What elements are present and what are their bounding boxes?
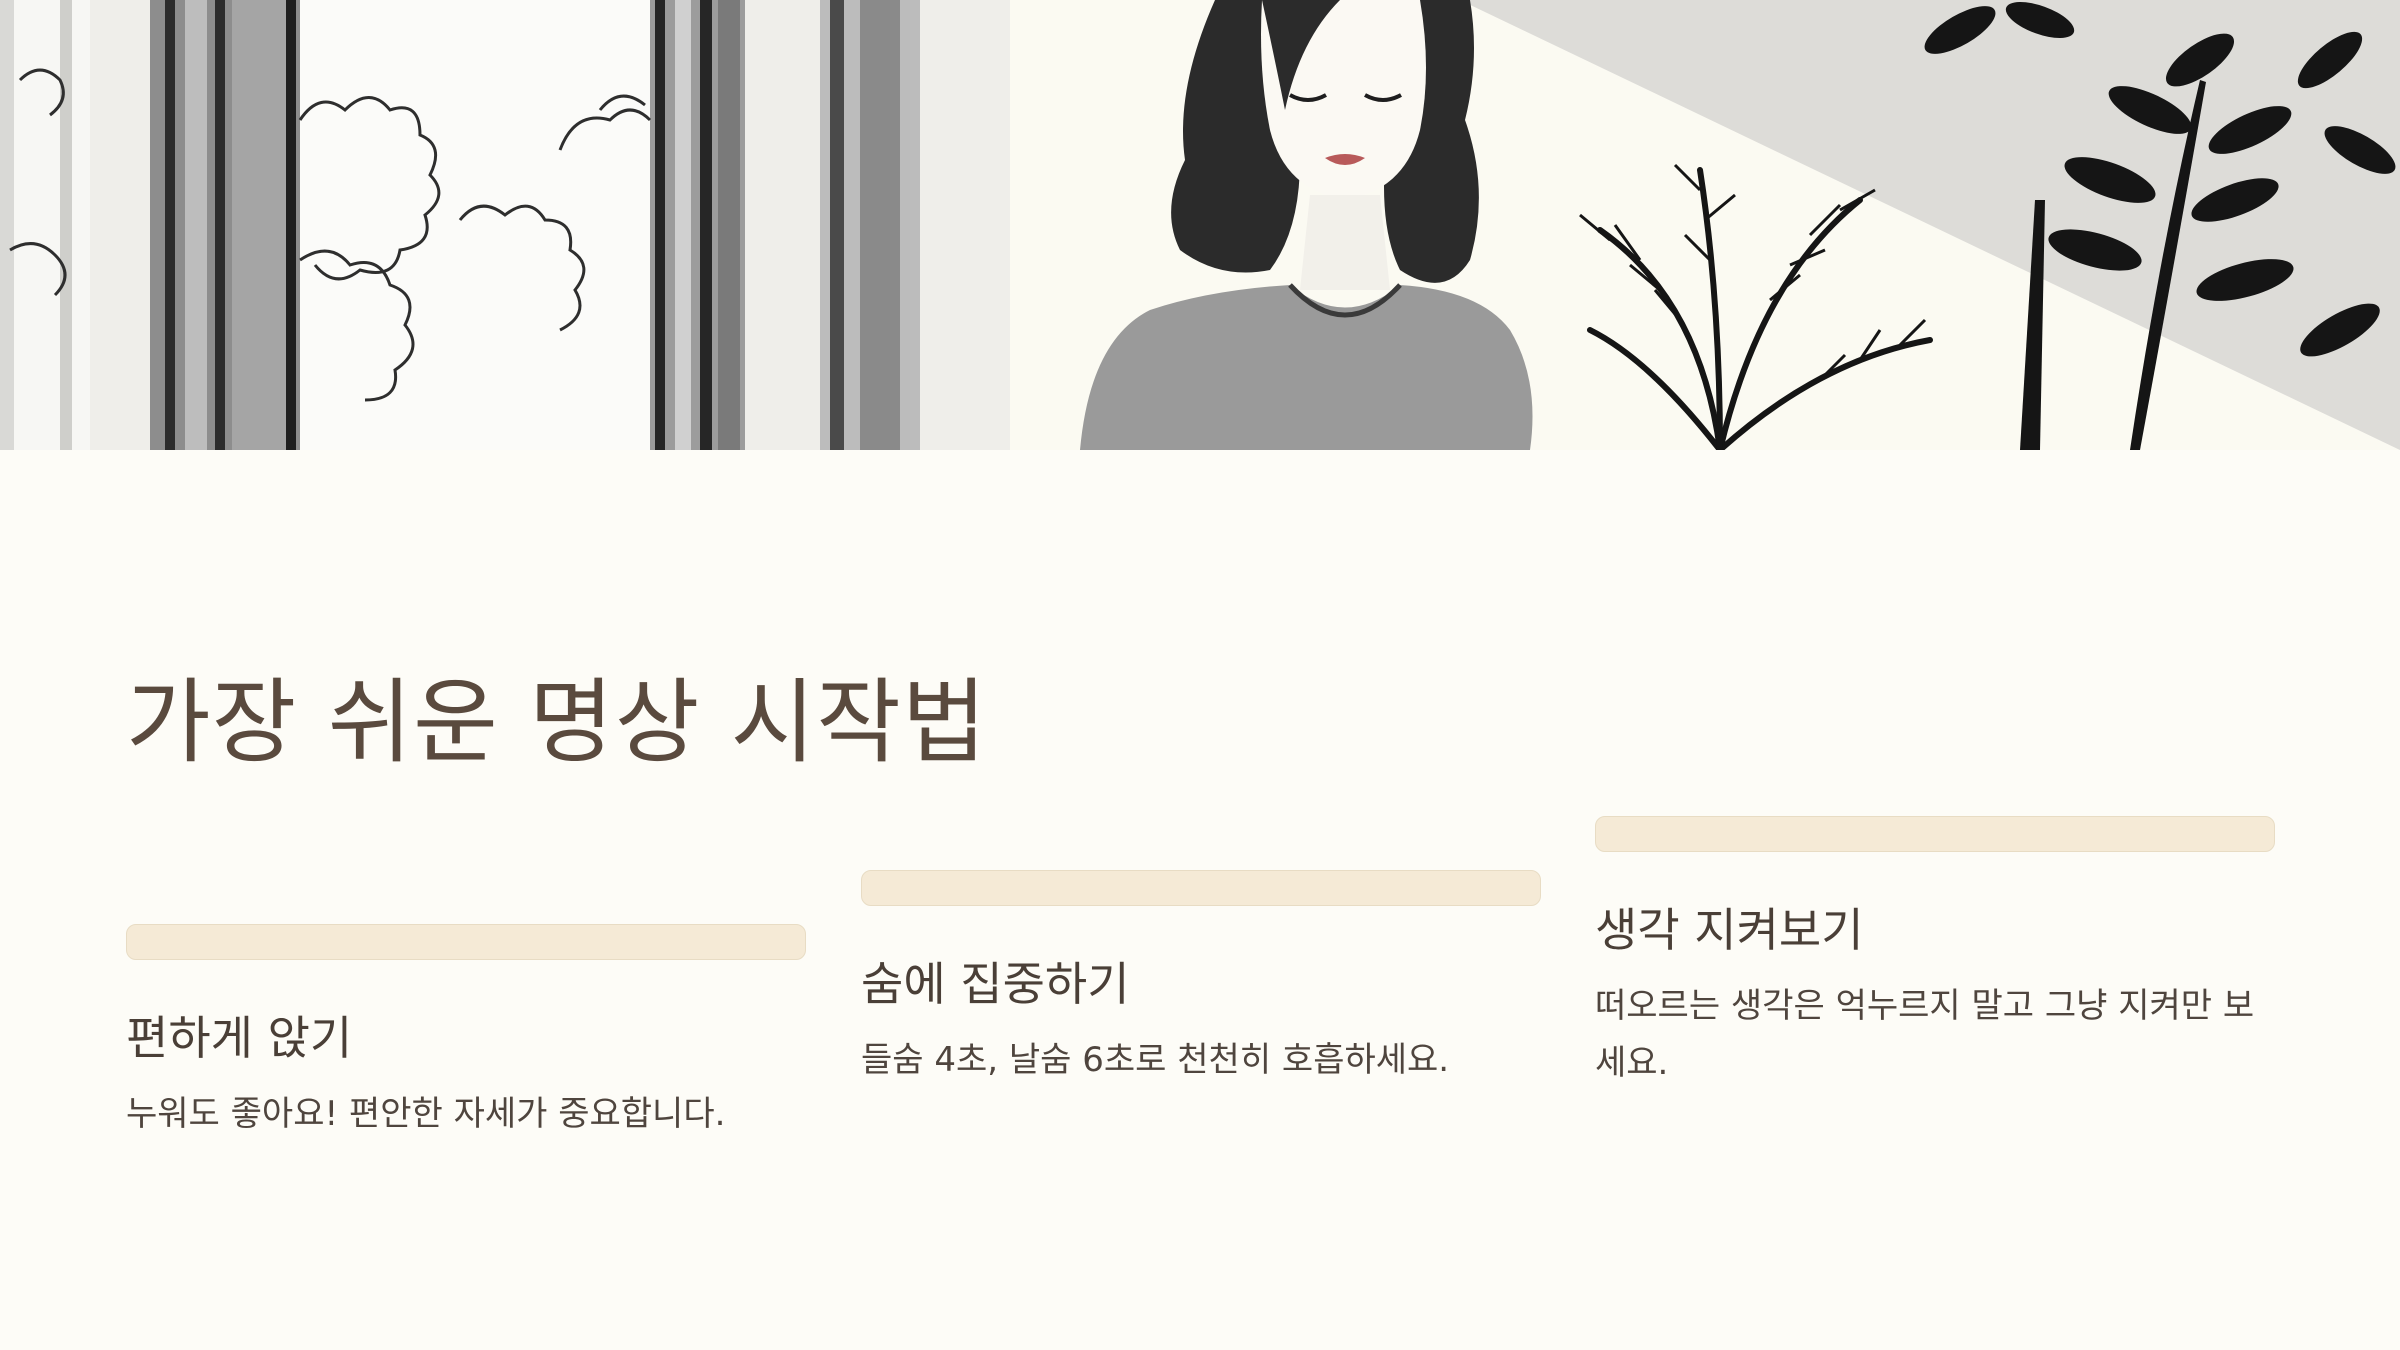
slide: 가장 쉬운 명상 시작법 편하게 앉기 누워도 좋아요! 편안한 자세가 중요합… — [0, 0, 2400, 1350]
card-accent-bar — [861, 870, 1541, 906]
meditation-illustration-icon — [0, 0, 2400, 450]
card-text: 들숨 4초, 날숨 6초로 천천히 호흡하세요. — [861, 1040, 1450, 1080]
hero-illustration — [0, 0, 2400, 450]
card-title: 편하게 앉기 — [126, 1011, 353, 1065]
page-title: 가장 쉬운 명상 시작법 — [126, 669, 988, 776]
card-accent-bar — [126, 924, 806, 960]
card-title: 생각 지켜보기 — [1595, 903, 1864, 957]
card-accent-bar — [1595, 816, 2275, 852]
card-text: 떠오르는 생각은 억누르지 말고 그냥 지켜만 보세요. — [1595, 986, 2255, 1083]
step-card-sit: 편하게 앉기 누워도 좋아요! 편안한 자세가 중요합니다. — [126, 924, 806, 1143]
card-text: 누워도 좋아요! 편안한 자세가 중요합니다. — [126, 1094, 726, 1134]
card-title: 숨에 집중하기 — [861, 957, 1130, 1011]
step-card-breath: 숨에 집중하기 들숨 4초, 날숨 6초로 천천히 호흡하세요. — [861, 870, 1541, 1089]
step-card-observe: 생각 지켜보기 떠오르는 생각은 억누르지 말고 그냥 지켜만 보세요. — [1595, 816, 2275, 1092]
